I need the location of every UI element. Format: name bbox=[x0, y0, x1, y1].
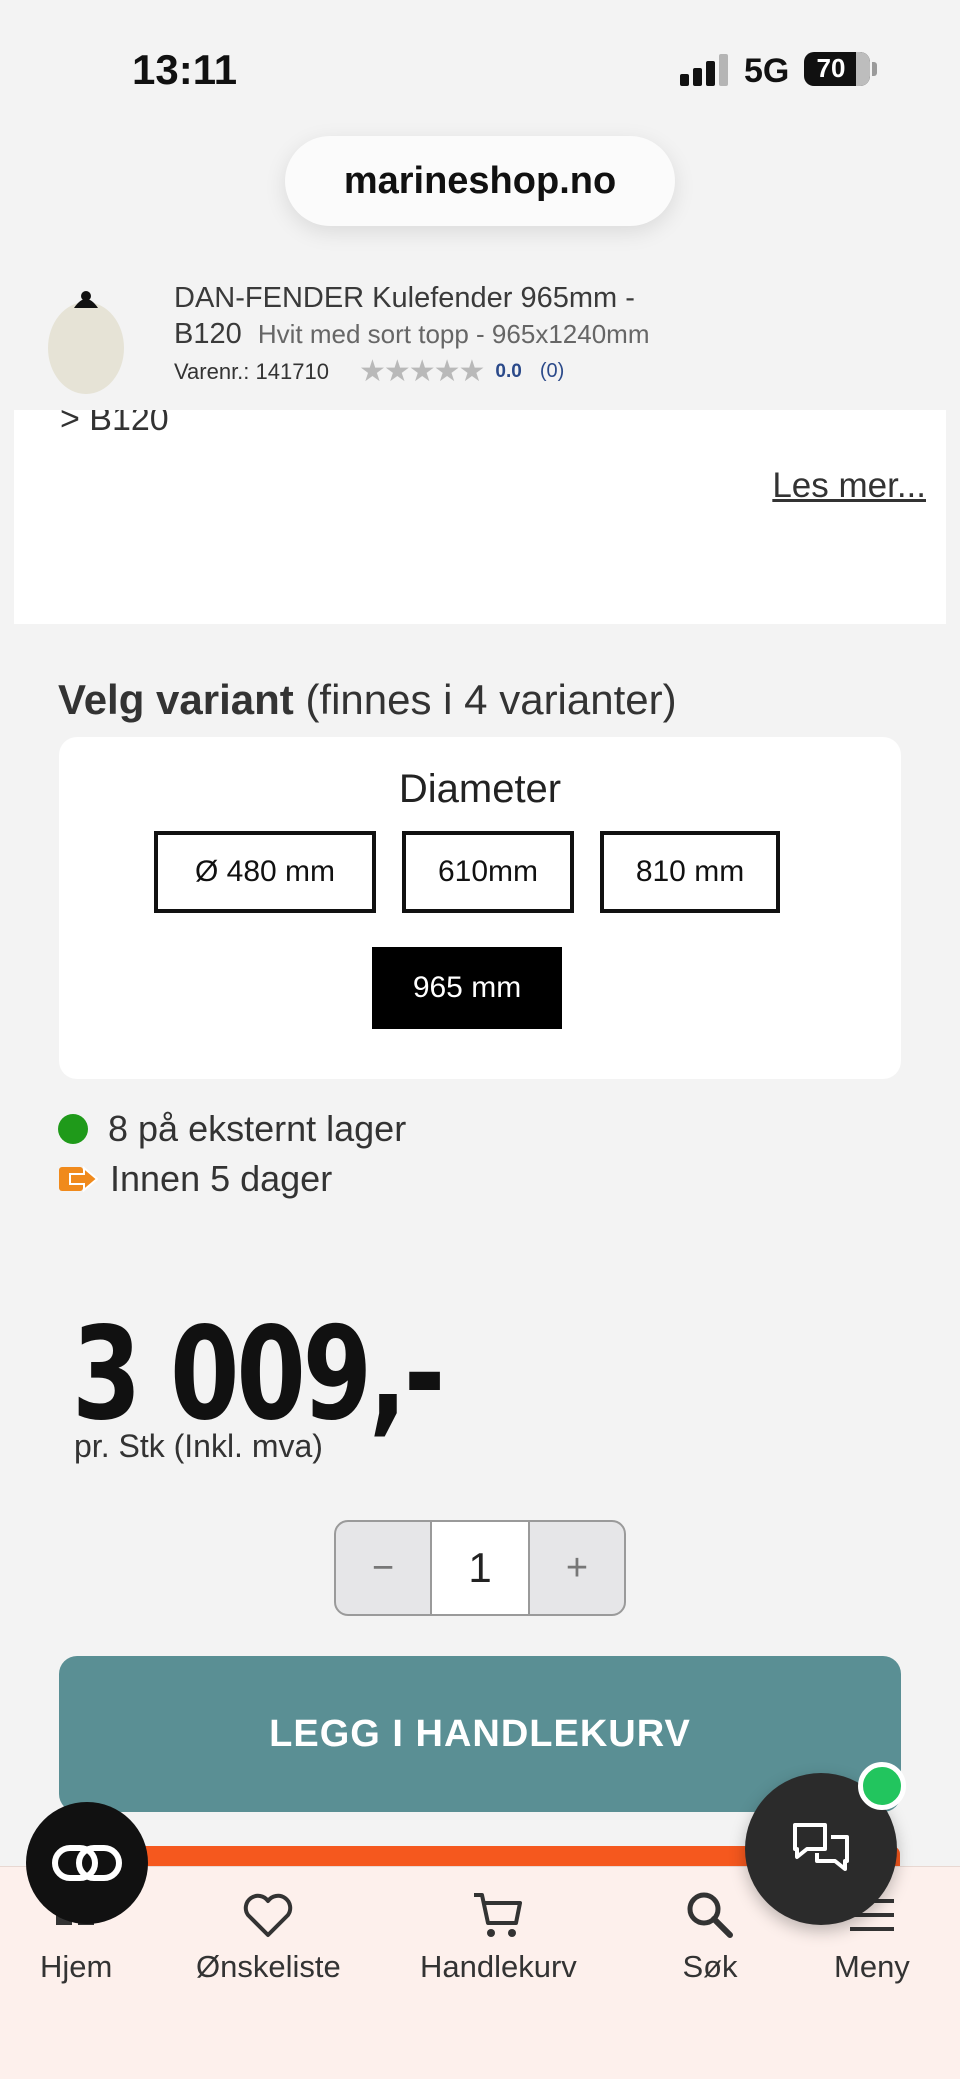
chat-online-indicator bbox=[858, 1762, 906, 1810]
status-bar: 13:11 5G 70 bbox=[0, 0, 960, 130]
battery-tip bbox=[872, 62, 877, 76]
nav-item-wishlist[interactable]: Ønskeliste bbox=[196, 1887, 341, 1985]
stock-availability: 8 på eksternt lager bbox=[58, 1108, 406, 1150]
nav-label-search: Søk bbox=[682, 1949, 738, 1984]
nav-label-wishlist: Ønskeliste bbox=[196, 1949, 341, 1984]
network-type: 5G bbox=[744, 52, 790, 90]
cart-icon bbox=[474, 1893, 523, 1937]
nav-label-home: Hjem bbox=[40, 1949, 113, 1984]
price-note: pr. Stk (Inkl. mva) bbox=[74, 1428, 323, 1464]
variant-option-480[interactable]: Ø 480 mm bbox=[154, 831, 376, 913]
variant-heading-bold: Velg variant bbox=[58, 676, 294, 723]
signal-icon bbox=[680, 54, 728, 86]
delivery-estimate: Innen 5 dager bbox=[58, 1158, 332, 1200]
variant-option-610[interactable]: 610mm bbox=[402, 831, 574, 913]
rating-value: 0.0 bbox=[495, 360, 522, 382]
quantity-input[interactable]: 1 bbox=[430, 1522, 530, 1614]
add-to-cart-label: LEGG I HANDLEKURV bbox=[269, 1712, 691, 1755]
product-sticky-header: DAN-FENDER Kulefender 965mm - B120 Hvit … bbox=[0, 258, 960, 410]
variant-option-810[interactable]: 810 mm bbox=[600, 831, 780, 913]
nav-label-menu: Meny bbox=[834, 1949, 910, 1984]
nav-label-cart: Handlekurv bbox=[420, 1949, 577, 1984]
variant-heading-count: (finnes i 4 varianter) bbox=[293, 676, 677, 723]
fender-product-image[interactable] bbox=[44, 278, 128, 398]
battery-icon: 70 bbox=[804, 52, 870, 86]
search-icon bbox=[687, 1892, 733, 1938]
sku-label: Varenr.: 141710 bbox=[174, 358, 329, 384]
read-more-link[interactable]: Les mer... bbox=[772, 466, 926, 506]
description-card: > B120 Les mer... bbox=[14, 410, 946, 624]
product-subtitle: Hvit med sort topp - 965x1240mm bbox=[257, 319, 650, 349]
url-text: marineshop.no bbox=[343, 159, 617, 202]
product-title: DAN-FENDER Kulefender 965mm - B120 Hvit … bbox=[174, 280, 874, 352]
rating-stars-icon: ★★★★★ bbox=[358, 355, 485, 388]
delivery-arrow-icon bbox=[59, 1165, 98, 1193]
floating-link-button[interactable] bbox=[26, 1802, 148, 1924]
description-partial-text: > B120 bbox=[60, 410, 169, 438]
status-time: 13:11 bbox=[132, 46, 238, 93]
nav-item-search[interactable]: Søk bbox=[682, 1887, 738, 1985]
quantity-stepper: − 1 + bbox=[334, 1520, 626, 1616]
rating-count[interactable]: (0) bbox=[540, 360, 564, 383]
quantity-decrease-button[interactable]: − bbox=[336, 1522, 430, 1614]
price-amount: 3 009,- bbox=[72, 1300, 445, 1449]
url-bar[interactable]: marineshop.no bbox=[285, 136, 675, 226]
product-meta: Varenr.: 141710 ★★★★★ 0.0 (0) bbox=[174, 354, 564, 389]
product-title-model: B120 bbox=[174, 318, 242, 350]
diameter-label: Diameter bbox=[398, 767, 562, 811]
heart-icon bbox=[244, 1893, 293, 1937]
battery-level: 70 bbox=[816, 53, 846, 83]
variant-heading: Velg variant (finnes i 4 varianter) bbox=[58, 676, 677, 724]
delivery-text: Innen 5 dager bbox=[110, 1158, 333, 1199]
chat-bubbles-icon bbox=[793, 1823, 849, 1871]
in-stock-dot-icon bbox=[58, 1114, 88, 1144]
variant-option-965-selected[interactable]: 965 mm bbox=[372, 947, 562, 1029]
link-icon bbox=[52, 1845, 122, 1881]
quantity-increase-button[interactable]: + bbox=[530, 1522, 624, 1614]
nav-item-cart[interactable]: Handlekurv bbox=[420, 1887, 577, 1985]
variant-card: Diameter Ø 480 mm 610mm 810 mm 965 mm bbox=[59, 737, 901, 1079]
stock-text: 8 på eksternt lager bbox=[108, 1108, 407, 1149]
product-title-line1: DAN-FENDER Kulefender 965mm - bbox=[174, 282, 635, 314]
